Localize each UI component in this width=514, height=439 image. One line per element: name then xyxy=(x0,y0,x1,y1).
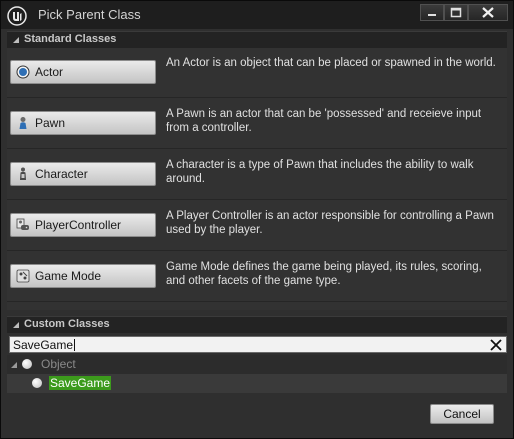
minimize-button[interactable] xyxy=(420,4,444,21)
character-description: A character is a type of Pawn that inclu… xyxy=(166,159,474,185)
expand-arrow-icon[interactable] xyxy=(10,361,18,369)
character-button-label: Character xyxy=(35,167,88,181)
pawn-button[interactable]: Pawn xyxy=(10,111,156,135)
pawn-description: A Pawn is an actor that can be 'possesse… xyxy=(166,108,482,134)
tree-item-savegame-label: SaveGame xyxy=(49,376,112,390)
custom-classes-header[interactable]: Custom Classes xyxy=(7,316,507,333)
tree-item-savegame[interactable]: SaveGame xyxy=(7,374,507,393)
game-mode-button[interactable]: Game Mode xyxy=(10,264,156,288)
clear-search-icon[interactable] xyxy=(489,338,503,352)
standard-classes-header[interactable]: Standard Classes xyxy=(7,31,507,48)
pick-parent-class-dialog: Pick Parent Class Standard Classes Actor… xyxy=(0,0,514,439)
collapse-arrow-icon xyxy=(13,37,19,43)
search-input-value: SaveGame xyxy=(13,338,74,352)
class-row-game-mode: Game Mode Game Mode defines the game bei… xyxy=(7,252,507,302)
close-button[interactable] xyxy=(468,4,508,21)
object-class-icon xyxy=(22,359,32,369)
actor-description: An Actor is an object that can be placed… xyxy=(166,57,496,69)
game-mode-icon xyxy=(16,269,30,283)
standard-class-list: Actor An Actor is an object that can be … xyxy=(7,48,507,310)
character-icon xyxy=(20,167,26,180)
actor-button-label: Actor xyxy=(35,65,64,79)
class-tree: Object SaveGame xyxy=(7,355,507,393)
unreal-logo-icon xyxy=(7,6,27,26)
game-mode-description: Game Mode defines the game being played,… xyxy=(166,261,482,287)
cancel-button[interactable]: Cancel xyxy=(430,404,494,424)
class-search-input[interactable]: SaveGame xyxy=(9,336,507,353)
maximize-button[interactable] xyxy=(444,4,468,21)
class-row-character: Character A character is a type of Pawn … xyxy=(7,150,507,200)
player-controller-button[interactable]: PlayerController xyxy=(10,213,156,237)
window-title: Pick Parent Class xyxy=(38,7,141,22)
text-caret xyxy=(74,339,75,351)
game-mode-button-label: Game Mode xyxy=(35,269,102,283)
actor-button[interactable]: Actor xyxy=(10,60,156,84)
custom-classes-label: Custom Classes xyxy=(24,318,110,330)
player-controller-icon xyxy=(16,218,29,230)
class-row-actor: Actor An Actor is an object that can be … xyxy=(7,48,507,98)
class-row-player-controller: PlayerController A Player Controller is … xyxy=(7,201,507,251)
class-row-pawn: Pawn A Pawn is an actor that can be 'pos… xyxy=(7,99,507,149)
player-controller-description: A Player Controller is an actor responsi… xyxy=(166,210,494,236)
actor-icon xyxy=(16,65,30,79)
close-icon xyxy=(482,7,494,18)
title-bar[interactable]: Pick Parent Class xyxy=(1,1,513,29)
standard-classes-label: Standard Classes xyxy=(24,33,117,45)
pawn-button-label: Pawn xyxy=(35,116,66,130)
tree-item-object-label: Object xyxy=(41,357,76,371)
savegame-class-icon xyxy=(32,378,42,388)
maximize-icon xyxy=(450,7,462,18)
tree-item-object[interactable]: Object xyxy=(7,355,507,374)
collapse-arrow-icon xyxy=(13,322,19,328)
pawn-icon xyxy=(19,117,27,129)
character-button[interactable]: Character xyxy=(10,162,156,186)
minimize-icon xyxy=(428,14,436,16)
player-controller-button-label: PlayerController xyxy=(35,218,122,232)
